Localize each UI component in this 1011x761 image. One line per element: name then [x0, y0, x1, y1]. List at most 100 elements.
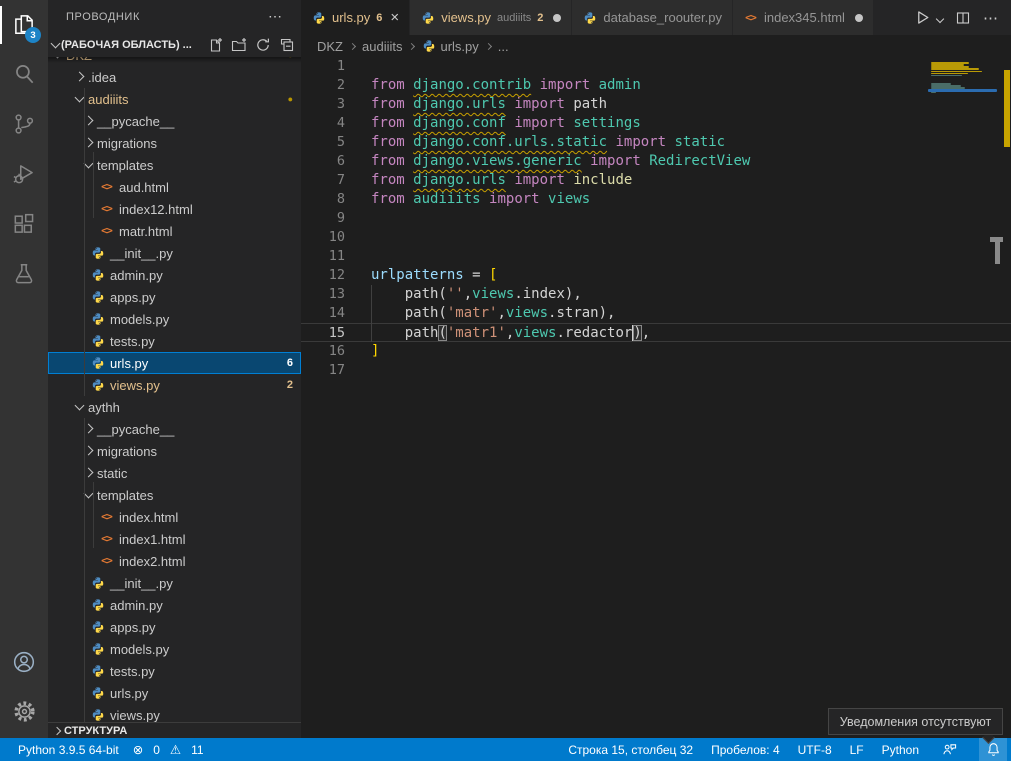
refresh-icon[interactable] [255, 37, 271, 53]
tree-item-tests-py[interactable]: tests.py [48, 330, 301, 352]
feedback-icon[interactable] [937, 738, 961, 761]
tree-item-admin-py[interactable]: admin.py [48, 594, 301, 616]
new-file-icon[interactable] [207, 37, 223, 53]
tree-item-templates[interactable]: templates [48, 154, 301, 176]
tree-item-dkz[interactable]: DKZ● [48, 57, 301, 66]
encoding[interactable]: UTF-8 [798, 743, 832, 757]
tree-item-audiiits[interactable]: audiiits● [48, 88, 301, 110]
tree-item-pycache[interactable]: __pycache__ [48, 418, 301, 440]
tree-item-label: urls.py [110, 356, 148, 371]
tree-item-views-py[interactable]: views.py [48, 704, 301, 722]
code-line-6: 6from django.views.generic import Redire… [301, 152, 1011, 171]
python-file-icon [421, 39, 436, 54]
tree-item-aud-html[interactable]: <> aud.html [48, 176, 301, 198]
python-file-icon [90, 708, 105, 723]
workspace-section-header[interactable]: (РАБОЧАЯ ОБЛАСТЬ) ... [48, 33, 301, 57]
tree-item-templates[interactable]: templates [48, 484, 301, 506]
workspace-label: (РАБОЧАЯ ОБЛАСТЬ) ... [61, 39, 192, 51]
breadcrumb-item-dkz[interactable]: DKZ [317, 39, 343, 54]
python-file-icon [90, 620, 105, 635]
tree-item-index-html[interactable]: <>index.html [48, 506, 301, 528]
activity-item-account[interactable] [0, 638, 48, 688]
code-line-16: 16] [301, 342, 1011, 361]
tree-item-static[interactable]: static [48, 462, 301, 484]
cursor-position[interactable]: Строка 15, столбец 32 [568, 743, 693, 757]
tree-item-index2-html[interactable]: <>index2.html [48, 550, 301, 572]
tab-index345-html[interactable]: <>index345.html [733, 0, 874, 35]
tree-item-label: templates [97, 158, 153, 173]
tree-item-init-py[interactable]: __init__.py [48, 242, 301, 264]
tree-item-label: aud.html [119, 180, 169, 195]
outline-section-header[interactable]: СТРУКТУРА [48, 722, 301, 738]
tree-item-migrations[interactable]: migrations [48, 440, 301, 462]
tree-item-label: views.py [110, 378, 160, 393]
line-number: 17 [301, 361, 345, 380]
unsaved-dot-icon[interactable] [855, 14, 863, 22]
unsaved-dot-icon[interactable] [553, 14, 561, 22]
tree-item-label: urls.py [110, 686, 148, 701]
status-right: Строка 15, столбец 32 Пробелов: 4 UTF-8 … [568, 738, 1011, 761]
activity-item-explorer[interactable]: 3 [0, 0, 48, 50]
tab-database-roouter-py[interactable]: database_roouter.py [572, 0, 733, 35]
run-button[interactable] [914, 9, 931, 26]
code-editor[interactable]: 12from django.contrib import admin3from … [301, 57, 1011, 738]
tree-item-label: static [97, 466, 127, 481]
tree-item-aythh[interactable]: aythh [48, 396, 301, 418]
language-mode[interactable]: Python [882, 743, 919, 757]
line-number: 11 [301, 247, 345, 266]
python-file-icon [90, 642, 105, 657]
tree-item-pycache[interactable]: __pycache__ [48, 110, 301, 132]
tree-item-models-py[interactable]: models.py [48, 308, 301, 330]
tree-item-idea[interactable]: .idea [48, 66, 301, 88]
chevron-down-icon [84, 158, 94, 168]
code-line-7: 7from django.urls import include [301, 171, 1011, 190]
breadcrumb-item-urls-py[interactable]: urls.py [421, 39, 478, 54]
run-dropdown-icon[interactable] [936, 14, 944, 22]
close-icon[interactable]: × [390, 9, 399, 26]
activity-item-extensions[interactable] [0, 200, 48, 250]
tab-views-py[interactable]: views.pyaudiiits2 [410, 0, 572, 35]
activity-item-run-debug[interactable] [0, 150, 48, 200]
tree-item-index12-html[interactable]: <>index12.html [48, 198, 301, 220]
tree-item-apps-py[interactable]: apps.py [48, 286, 301, 308]
line-number: 4 [301, 114, 345, 133]
problems-status[interactable]: ⊗0 ⚠11 [133, 742, 204, 757]
more-actions-icon[interactable]: ⋯ [983, 9, 999, 27]
tree-item-urls-py[interactable]: urls.py6 [48, 352, 301, 374]
chevron-down-icon [75, 92, 85, 102]
new-folder-icon[interactable] [231, 37, 247, 53]
line-content: from django.conf import settings [371, 114, 641, 133]
tree-item-migrations[interactable]: migrations [48, 132, 301, 154]
indentation[interactable]: Пробелов: 4 [711, 743, 780, 757]
breadcrumb-item-audiiits[interactable]: audiiits [362, 39, 402, 54]
code-line-14: 14 path('matr',views.stran), [301, 304, 1011, 323]
run-debug-icon [11, 161, 37, 190]
minimap[interactable] [928, 57, 1000, 357]
tree-item-views-py[interactable]: views.py2 [48, 374, 301, 396]
activity-item-source-control[interactable] [0, 100, 48, 150]
tree-indent-guide [84, 418, 85, 722]
tree-item-init-py[interactable]: __init__.py [48, 572, 301, 594]
split-editor-icon[interactable] [955, 10, 971, 26]
activity-item-testing[interactable] [0, 250, 48, 300]
python-interpreter[interactable]: Python 3.9.5 64-bit [18, 743, 119, 757]
html-file-icon: <> [99, 180, 114, 195]
tree-item-urls-py[interactable]: urls.py [48, 682, 301, 704]
tree-item-tests-py[interactable]: tests.py [48, 660, 301, 682]
activity-item-search[interactable] [0, 50, 48, 100]
sidebar-more-icon[interactable]: ⋯ [268, 8, 283, 25]
tree-item-admin-py[interactable]: admin.py [48, 264, 301, 286]
html-file-icon: <> [99, 224, 114, 239]
eol-sequence[interactable]: LF [850, 743, 864, 757]
breadcrumb-label: ... [498, 39, 509, 54]
tab-urls-py[interactable]: urls.py6× [301, 0, 410, 35]
tree-item-matr-html[interactable]: <>matr.html [48, 220, 301, 242]
notifications-bell-icon[interactable] [979, 738, 1007, 761]
tree-item-models-py[interactable]: models.py [48, 638, 301, 660]
tree-item-index1-html[interactable]: <>index1.html [48, 528, 301, 550]
collapse-all-icon[interactable] [279, 37, 295, 53]
tree-item-label: apps.py [110, 620, 156, 635]
activity-item-settings[interactable] [0, 688, 48, 738]
tree-item-apps-py[interactable]: apps.py [48, 616, 301, 638]
breadcrumb-item-[interactable]: ... [498, 39, 509, 54]
